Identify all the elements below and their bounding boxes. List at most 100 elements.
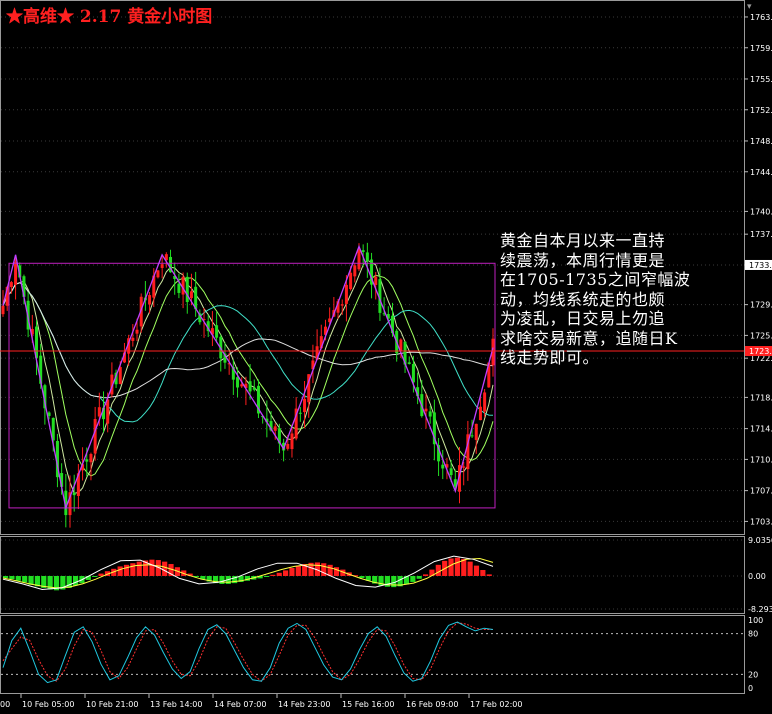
candle-body <box>361 250 365 253</box>
price-tick-label: 1752.20 <box>750 106 772 115</box>
macd-histogram-bar <box>219 575 225 584</box>
macd-histogram-bar <box>486 574 492 576</box>
chart-title: ★高维★ 2.17 黄金小时图 <box>6 6 212 27</box>
candle-body <box>407 362 411 364</box>
candle-body <box>344 284 348 304</box>
time-tick-label: 14 Feb 23:00 <box>278 700 330 709</box>
candle-body <box>97 407 101 417</box>
candle-body <box>72 492 76 496</box>
macd-histogram-bar <box>435 564 441 576</box>
macd-histogram-bar <box>270 574 276 576</box>
macd-histogram-bar <box>22 575 28 583</box>
macd-histogram-bar <box>473 565 480 576</box>
stoch-tick-label: 100 <box>748 616 763 625</box>
candle-body <box>135 329 139 334</box>
candle-body <box>106 399 110 424</box>
macd-histogram-bar <box>98 573 104 576</box>
candle-body <box>14 261 18 285</box>
price-tick-label: 1714.40 <box>750 425 772 434</box>
candle-body <box>483 392 487 412</box>
candle-body <box>462 466 466 468</box>
time-tick-label: 00 <box>0 700 10 709</box>
candle-body <box>478 406 482 421</box>
macd-histogram-bar <box>73 575 79 586</box>
candle-body <box>236 377 240 388</box>
candle-body <box>298 412 302 414</box>
stoch-tick-label: 80 <box>748 630 758 639</box>
candle-body <box>441 464 445 469</box>
candle-body <box>353 265 357 277</box>
annotation-text: 黄金自本月以来一直持 续震荡，本周行情更是 在1705-1735之间窄幅波 动，… <box>500 231 691 367</box>
macd-histogram-bar <box>123 564 130 576</box>
time-tick-label: 14 Feb 07:00 <box>214 700 266 709</box>
candle-body <box>411 364 415 383</box>
time-tick-label: 16 Feb 09:00 <box>406 700 458 709</box>
price-tick-label: 1744.85 <box>750 168 772 177</box>
candle-body <box>449 468 453 476</box>
chart-corner-arrow-icon[interactable]: ▾ <box>747 2 752 12</box>
candle-body <box>1 305 5 315</box>
candle-body <box>89 454 93 463</box>
stoch-tick-label: 20 <box>748 670 758 679</box>
price-tick-label: 1707.05 <box>750 487 772 496</box>
macd-histogram-bar <box>416 575 422 579</box>
macd-tick-label: 9.0356 <box>748 536 772 545</box>
candle-body <box>474 423 478 440</box>
candle-body <box>290 433 294 450</box>
candle-body <box>185 276 189 303</box>
candle-body <box>470 435 474 437</box>
candle-body <box>252 387 256 390</box>
macd-tick-label: -8.2937 <box>748 605 772 614</box>
macd-histogram-bar <box>283 570 289 576</box>
stoch-tick-label: 0 <box>748 684 753 693</box>
macd-histogram-bar <box>467 561 473 576</box>
candle-body <box>374 276 378 285</box>
candle-body <box>189 291 193 299</box>
price-tick-label: 1710.75 <box>750 455 772 464</box>
macd-histogram-bar <box>162 561 168 576</box>
macd-histogram-bar <box>130 563 136 576</box>
candle-body <box>9 282 13 288</box>
macd-histogram-bar <box>295 565 301 576</box>
time-tick-label: 17 Feb 02:00 <box>470 700 522 709</box>
candle-body <box>160 264 164 268</box>
time-tick-label: 15 Feb 16:00 <box>342 700 394 709</box>
candle-body <box>340 304 344 306</box>
candle-body <box>215 325 219 338</box>
macd-histogram-bar <box>117 566 123 576</box>
macd-histogram-bar <box>327 564 333 576</box>
candle-body <box>428 411 432 417</box>
macd-histogram-bar <box>423 574 429 576</box>
macd-histogram-bar <box>92 575 98 577</box>
macd-histogram-bar <box>9 575 15 580</box>
macd-histogram-bar <box>480 570 486 576</box>
macd-histogram-bar <box>263 575 270 577</box>
macd-histogram-bar <box>276 572 282 576</box>
price-tick-label: 1748.50 <box>750 137 772 146</box>
candle-body <box>286 443 290 449</box>
macd-histogram-bar <box>136 561 142 576</box>
macd-histogram-bar <box>359 575 365 578</box>
macd-histogram-bar <box>289 568 295 576</box>
candle-body <box>85 459 89 462</box>
price-tick-label: 1740.15 <box>750 207 772 216</box>
price-tick-label: 1763.20 <box>750 13 772 22</box>
time-tick-label: 13 Feb 14:00 <box>150 700 202 709</box>
price-tick-label: 1759.55 <box>750 44 772 53</box>
candle-body <box>131 337 135 341</box>
price-tick-label: 1718.10 <box>750 393 772 402</box>
candle-body <box>177 283 181 293</box>
macd-histogram-bar <box>448 558 454 576</box>
candle-body <box>424 408 428 412</box>
price-tick-label: 1703.40 <box>750 517 772 526</box>
price-tick-label: 1755.85 <box>750 75 772 84</box>
time-tick-label: 10 Feb 21:00 <box>86 700 138 709</box>
macd-tick-label: 0.00 <box>748 572 766 581</box>
candle-body <box>303 398 307 413</box>
candle-body <box>118 367 122 384</box>
candle-body <box>357 249 361 270</box>
candle-body <box>156 270 160 278</box>
candle-body <box>248 381 252 392</box>
candle-body <box>273 426 277 431</box>
time-tick-label: 10 Feb 05:00 <box>22 700 74 709</box>
